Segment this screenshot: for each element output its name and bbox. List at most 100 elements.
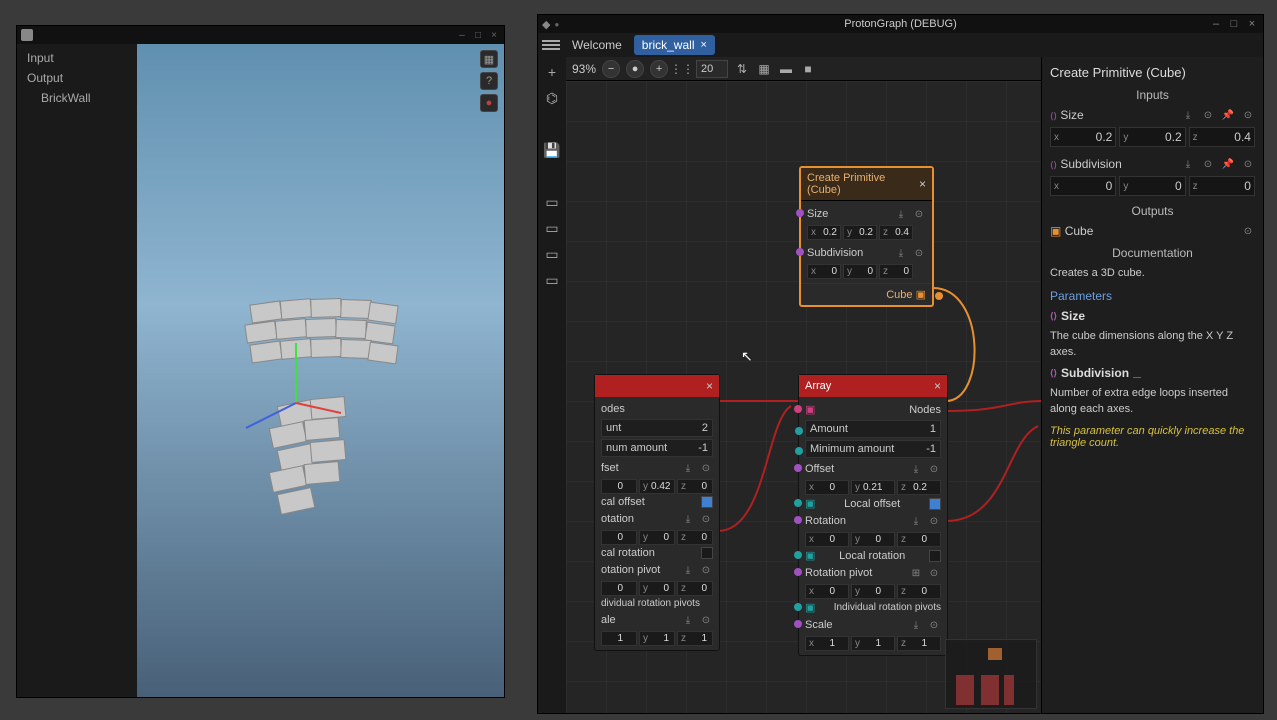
node-close-icon[interactable]: × <box>706 379 713 393</box>
zoom-out-button[interactable]: − <box>602 60 620 78</box>
tab-welcome[interactable]: Welcome <box>564 35 630 55</box>
node-header[interactable]: Array × <box>799 375 947 397</box>
eye-icon[interactable]: ⊙ <box>1241 157 1255 171</box>
viewport-titlebar[interactable]: – □ × <box>17 26 504 44</box>
insp-size-x[interactable]: 0.2 <box>1096 130 1113 144</box>
close-button[interactable]: × <box>488 29 500 41</box>
port-output[interactable] <box>935 292 943 300</box>
pg-titlebar[interactable]: ◆ ● ProtonGraph (DEBUG) – □ × <box>538 15 1263 33</box>
snap-icon[interactable]: ⋮⋮ <box>674 61 690 77</box>
localrot-check[interactable] <box>929 550 941 562</box>
rot-y[interactable]: 0 <box>863 534 881 545</box>
offset-y[interactable]: 0.42 <box>651 481 670 492</box>
node-array-1[interactable]: × odes unt2 num amount-1 fset⤓⊙ 0 y0.42 … <box>594 374 720 651</box>
link-icon[interactable]: ⊙ <box>699 461 713 475</box>
rot-z[interactable]: 0 <box>909 534 927 545</box>
panel4-icon[interactable]: ▭ <box>543 271 561 289</box>
link-icon[interactable]: ⊙ <box>927 618 941 632</box>
link-icon[interactable]: ⊙ <box>927 514 941 528</box>
link-icon[interactable]: ⊙ <box>912 207 926 221</box>
localrot-check[interactable] <box>701 547 713 559</box>
node-header[interactable]: Create Primitive (Cube) × <box>801 168 932 201</box>
tab-brickwall[interactable]: brick_wall × <box>634 35 715 55</box>
pin-icon[interactable]: 📌 <box>1221 157 1235 171</box>
minimap[interactable] <box>945 639 1037 709</box>
maximize-button[interactable]: □ <box>472 29 484 41</box>
tool-icon-1[interactable]: ▬ <box>778 61 794 77</box>
lock-icon[interactable]: ⤓ <box>894 246 908 260</box>
layout-icon[interactable]: ▦ <box>756 61 772 77</box>
pick-icon[interactable]: ⊞ <box>909 566 923 580</box>
scale-z[interactable]: 1 <box>689 633 707 644</box>
port-amount[interactable] <box>795 427 803 435</box>
tree-item-output[interactable]: Output <box>17 68 137 88</box>
port-scale[interactable] <box>794 620 802 628</box>
offset-z[interactable]: 0.2 <box>909 482 927 493</box>
minamt-val[interactable]: -1 <box>926 443 936 455</box>
size-z[interactable]: 0.4 <box>891 227 909 238</box>
link-icon[interactable]: ⊙ <box>699 563 713 577</box>
rot-z[interactable]: 0 <box>689 532 707 543</box>
amount-val[interactable]: 1 <box>930 423 936 435</box>
eye-icon[interactable]: ⊙ <box>1241 108 1255 122</box>
close-button[interactable]: × <box>1245 17 1259 31</box>
save-icon[interactable]: 💾 <box>543 141 561 159</box>
link-icon[interactable]: ⊙ <box>1201 108 1215 122</box>
lock-icon[interactable]: ⤓ <box>894 207 908 221</box>
panel3-icon[interactable]: ▭ <box>543 245 561 263</box>
port-localoffset[interactable] <box>794 499 802 507</box>
scale-x[interactable]: 1 <box>817 638 835 649</box>
insp-subdiv-y[interactable]: 0 <box>1175 179 1182 193</box>
graph-icon[interactable]: ⌬ <box>543 89 561 107</box>
subdiv-z[interactable]: 0 <box>891 266 909 277</box>
rot-x[interactable]: 0 <box>817 534 835 545</box>
add-icon[interactable]: + <box>543 63 561 81</box>
port-minamt[interactable] <box>795 447 803 455</box>
stepper-icon[interactable]: ⇅ <box>734 61 750 77</box>
offset-x[interactable]: 0 <box>605 481 623 492</box>
lock-icon[interactable]: ⤓ <box>681 461 695 475</box>
lock-icon[interactable]: ⤓ <box>681 613 695 627</box>
pin-icon[interactable]: 📌 <box>1221 108 1235 122</box>
node-close-icon[interactable]: × <box>934 379 941 393</box>
scale-z[interactable]: 1 <box>909 638 927 649</box>
zoom-reset-button[interactable]: ● <box>626 60 644 78</box>
node-array-2[interactable]: Array × ▣ Nodes Amount1 Minimum amount-1… <box>798 374 948 656</box>
localoffset-check[interactable] <box>701 496 713 508</box>
tool-icon-2[interactable]: ■ <box>800 61 816 77</box>
offset-z[interactable]: 0 <box>689 481 707 492</box>
localoffset-check[interactable] <box>929 498 941 510</box>
port-rotpivot[interactable] <box>794 568 802 576</box>
node-create-primitive-cube[interactable]: Create Primitive (Cube) × Size ⤓⊙ x0.2 y… <box>799 166 934 307</box>
offset-y[interactable]: 0.21 <box>863 482 882 493</box>
port-nodes[interactable] <box>794 405 802 413</box>
eye-icon[interactable]: ⊙ <box>1241 224 1255 238</box>
viewport-tool-help[interactable]: ? <box>480 72 498 90</box>
link-icon[interactable]: ⊙ <box>699 512 713 526</box>
rot-x[interactable]: 0 <box>605 532 623 543</box>
link-icon[interactable]: ⊙ <box>927 566 941 580</box>
subdiv-x[interactable]: 0 <box>819 266 837 277</box>
node-header[interactable]: × <box>595 375 719 397</box>
snap-input[interactable] <box>696 60 728 78</box>
scale-y[interactable]: 1 <box>651 633 669 644</box>
subdiv-y[interactable]: 0 <box>855 266 873 277</box>
insp-size-z[interactable]: 0.4 <box>1234 130 1251 144</box>
lock-icon[interactable]: ⤓ <box>1181 157 1195 171</box>
port-indpivots[interactable] <box>794 603 802 611</box>
link-icon[interactable]: ⊙ <box>699 613 713 627</box>
rotpivot-z[interactable]: 0 <box>689 583 707 594</box>
port-rotation[interactable] <box>794 516 802 524</box>
amount-val[interactable]: 2 <box>702 422 708 434</box>
rotpivot-z[interactable]: 0 <box>909 586 927 597</box>
node-canvas[interactable]: ↖ Create Primitive (Cube) × Size ⤓⊙ <box>566 81 1041 713</box>
panel2-icon[interactable]: ▭ <box>543 219 561 237</box>
size-x[interactable]: 0.2 <box>819 227 837 238</box>
viewport-tool-1[interactable]: ▦ <box>480 50 498 68</box>
minimize-button[interactable]: – <box>456 29 468 41</box>
rot-y[interactable]: 0 <box>651 532 669 543</box>
viewport-tool-3[interactable]: ● <box>480 94 498 112</box>
link-icon[interactable]: ⊙ <box>1201 157 1215 171</box>
link-icon[interactable]: ⊙ <box>912 246 926 260</box>
minimize-button[interactable]: – <box>1209 17 1223 31</box>
